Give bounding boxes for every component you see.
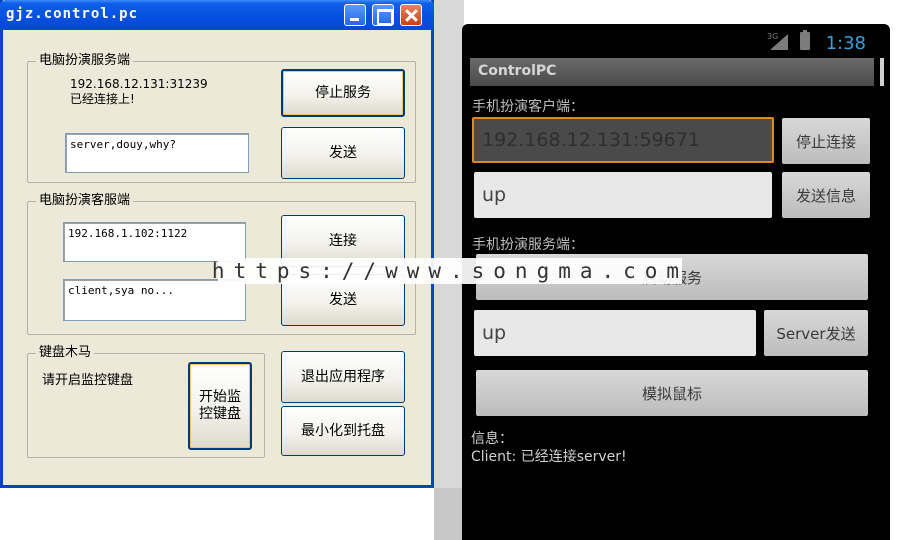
- keylogger-group: 键盘木马 请开启监控键盘 开始监 控键盘: [27, 345, 265, 458]
- client-address-input[interactable]: 192.168.1.102:1122: [63, 222, 246, 262]
- send-message-button[interactable]: 发送信息: [782, 172, 870, 218]
- battery-icon: [800, 30, 810, 50]
- server-status-text: 已经连接上!: [70, 92, 135, 106]
- maximize-window-button[interactable]: [372, 4, 394, 26]
- pc-server-legend: 电脑扮演服务端: [36, 53, 134, 69]
- keylogger-legend: 键盘木马: [36, 345, 95, 361]
- info-text: Client: 已经连接server!: [471, 449, 627, 465]
- window-title-bar[interactable]: gjz.control.pc: [0, 0, 434, 30]
- stop-connection-button[interactable]: 停止连接: [782, 118, 870, 164]
- client-message-input[interactable]: client,sya no...: [63, 279, 246, 321]
- client-section-label: 手机扮演客户端：: [472, 99, 584, 115]
- minimize-to-tray-button[interactable]: 最小化到托盘: [281, 406, 405, 456]
- pc-server-group: 电脑扮演服务端 192.168.12.131:31239 已经连接上! 停止服务…: [27, 53, 416, 183]
- server-status-address: 192.168.12.131:31239: [70, 77, 208, 91]
- status-bar: 3G 1:38: [462, 24, 890, 58]
- app-title: ControlPC: [478, 63, 557, 79]
- pc-app-window: gjz.control.pc 电脑扮演服务端 192.168.12.131:31…: [0, 0, 434, 488]
- exit-application-button[interactable]: 退出应用程序: [281, 351, 405, 403]
- server-send-button-phone[interactable]: Server发送: [764, 310, 868, 356]
- app-title-bar: ControlPC: [470, 58, 874, 86]
- start-keyboard-monitor-button[interactable]: 开始监 控键盘: [188, 362, 252, 450]
- phone-server-message-input[interactable]: up: [474, 310, 756, 356]
- info-label: 信息：: [471, 431, 513, 447]
- server-message-input[interactable]: server,douy,why?: [65, 133, 249, 173]
- phone-client-message-input[interactable]: up: [474, 172, 772, 218]
- scrollbar-thumb[interactable]: [880, 58, 884, 86]
- signal-icon: [770, 34, 788, 50]
- watermark: https://www.songma.com: [211, 258, 689, 284]
- keylogger-hint: 请开启监控键盘: [42, 373, 134, 388]
- close-window-button[interactable]: [400, 4, 422, 26]
- stop-service-button[interactable]: 停止服务: [281, 69, 405, 117]
- server-send-button[interactable]: 发送: [281, 127, 405, 179]
- minimize-window-button[interactable]: [344, 4, 366, 26]
- simulate-mouse-button[interactable]: 模拟鼠标: [476, 370, 868, 416]
- server-section-label: 手机扮演服务端：: [472, 237, 584, 253]
- phone-client-address-input[interactable]: 192.168.12.131:59671: [472, 117, 774, 163]
- status-time: 1:38: [825, 33, 866, 54]
- pc-client-legend: 电脑扮演客服端: [36, 193, 134, 209]
- window-title: gjz.control.pc: [6, 6, 139, 22]
